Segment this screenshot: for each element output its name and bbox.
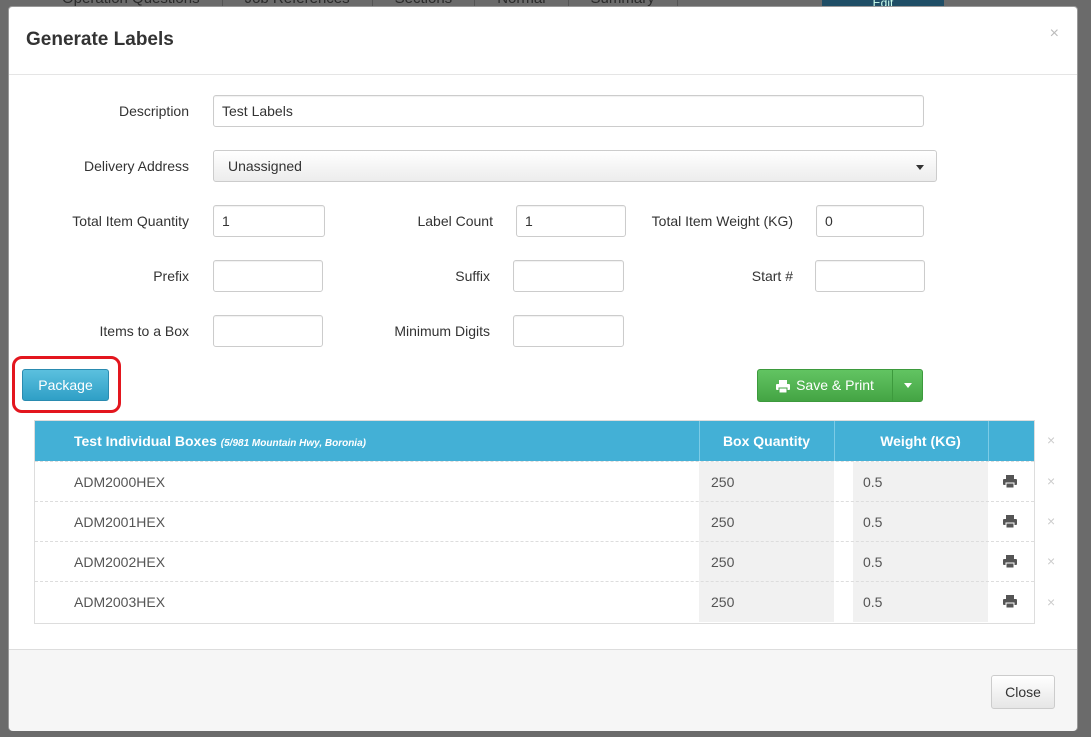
row-code: ADM2003HEX xyxy=(74,594,166,610)
description-label: Description xyxy=(118,103,189,119)
remove-row-icon[interactable]: × xyxy=(1047,553,1055,569)
prefix-input[interactable] xyxy=(213,260,323,292)
prefix-label: Prefix xyxy=(153,268,189,284)
save-print-button[interactable]: Save & Print xyxy=(758,370,892,401)
table-header-title-text: Test Individual Boxes xyxy=(74,433,217,449)
total-item-weight-label: Total Item Weight (KG) xyxy=(651,213,793,229)
delivery-address-value: Unassigned xyxy=(228,158,302,174)
col-box-quantity: Box Quantity xyxy=(722,433,811,449)
table-row: ADM2003HEX 250 0.5 xyxy=(35,581,1034,622)
table-header: Test Individual Boxes (5/981 Mountain Hw… xyxy=(35,421,1034,461)
boxes-table: Test Individual Boxes (5/981 Mountain Hw… xyxy=(34,420,1035,624)
start-number-label: Start # xyxy=(751,268,793,284)
printer-icon xyxy=(776,379,791,393)
remove-row-icon[interactable]: × xyxy=(1047,513,1055,529)
save-print-label: Save & Print xyxy=(796,377,874,393)
row-code: ADM2001HEX xyxy=(74,514,166,530)
row-code: ADM2002HEX xyxy=(74,554,166,570)
row-weight: 0.5 xyxy=(853,582,988,622)
items-to-a-box-input[interactable] xyxy=(213,315,323,347)
package-button[interactable]: Package xyxy=(22,369,109,401)
table-row: ADM2000HEX 250 0.5 xyxy=(35,461,1034,502)
col-weight: Weight (KG) xyxy=(880,433,961,449)
remove-row-icon[interactable]: × xyxy=(1047,594,1055,610)
row-box-quantity: 250 xyxy=(699,582,834,622)
row-code: ADM2000HEX xyxy=(74,474,166,490)
delivery-address-select[interactable]: Unassigned xyxy=(213,150,937,182)
row-box-quantity: 250 xyxy=(699,462,834,502)
minimum-digits-label: Minimum Digits xyxy=(394,323,490,339)
row-weight: 0.5 xyxy=(853,462,988,502)
chevron-down-icon xyxy=(904,383,912,388)
row-weight: 0.5 xyxy=(853,502,988,542)
table-header-title: Test Individual Boxes (5/981 Mountain Hw… xyxy=(74,421,366,461)
row-weight: 0.5 xyxy=(853,542,988,582)
modal-title: Generate Labels xyxy=(26,29,174,50)
print-icon[interactable] xyxy=(1003,555,1017,568)
chevron-down-icon xyxy=(916,165,924,170)
row-box-quantity: 250 xyxy=(699,542,834,582)
header-divider xyxy=(834,421,835,461)
header-divider xyxy=(988,421,989,461)
print-icon[interactable] xyxy=(1003,595,1017,608)
start-number-input[interactable] xyxy=(815,260,925,292)
total-item-quantity-input[interactable] xyxy=(213,205,325,237)
suffix-input[interactable] xyxy=(513,260,624,292)
minimum-digits-input[interactable] xyxy=(513,315,624,347)
total-item-quantity-label: Total Item Quantity xyxy=(72,213,189,229)
description-input[interactable] xyxy=(213,95,924,127)
suffix-label: Suffix xyxy=(455,268,490,284)
generate-labels-modal: Generate Labels × Description Delivery A… xyxy=(8,6,1078,731)
label-count-label: Label Count xyxy=(417,213,493,229)
print-icon[interactable] xyxy=(1003,475,1017,488)
table-row: ADM2001HEX 250 0.5 xyxy=(35,501,1034,542)
save-print-dropdown-toggle[interactable] xyxy=(892,370,922,401)
total-item-weight-input[interactable] xyxy=(816,205,924,237)
remove-row-icon[interactable]: × xyxy=(1047,473,1055,489)
label-count-input[interactable] xyxy=(516,205,626,237)
modal-footer: Close xyxy=(9,649,1077,731)
modal-header: Generate Labels × xyxy=(9,7,1077,75)
remove-group-icon[interactable]: × xyxy=(1047,432,1055,448)
table-row: ADM2002HEX 250 0.5 xyxy=(35,541,1034,582)
close-button[interactable]: Close xyxy=(991,675,1055,709)
save-print-button-group: Save & Print xyxy=(757,369,923,402)
items-to-a-box-label: Items to a Box xyxy=(99,323,189,339)
table-header-address: (5/981 Mountain Hwy, Boronia) xyxy=(220,438,366,449)
print-icon[interactable] xyxy=(1003,515,1017,528)
row-box-quantity: 250 xyxy=(699,502,834,542)
modal-close-icon[interactable]: × xyxy=(1050,25,1059,43)
delivery-address-label: Delivery Address xyxy=(83,158,189,174)
